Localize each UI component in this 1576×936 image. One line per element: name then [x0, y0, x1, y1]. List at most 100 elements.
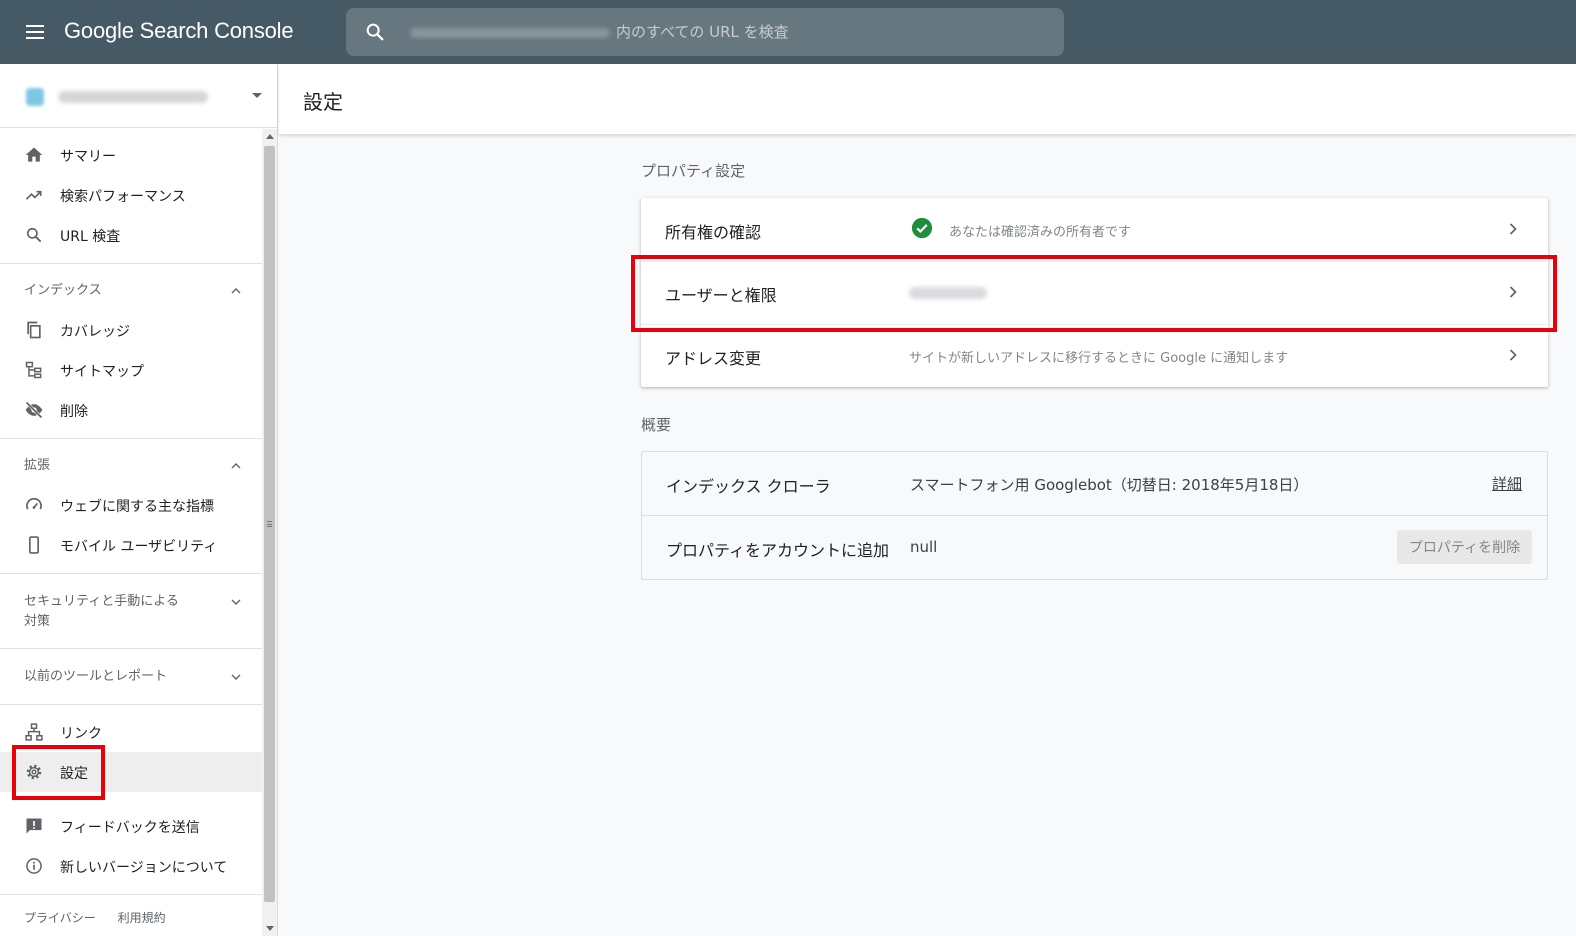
- sidebar-item-removals[interactable]: 削除: [0, 390, 262, 430]
- home-icon: [25, 147, 43, 162]
- section-title: セキュリティと手動による: [24, 594, 179, 609]
- sidebar-item-feedback[interactable]: フィードバックを送信: [0, 806, 262, 846]
- scrollbar-thumb[interactable]: [264, 146, 275, 902]
- sitemap-icon: [25, 361, 42, 379]
- speed-icon: [26, 497, 42, 510]
- section-title-line2: 対策: [24, 614, 51, 629]
- chevron-up-icon[interactable]: [228, 283, 244, 299]
- sidebar: サマリー 検索パフォーマンス URL 検査 インデックス カバレッジ サイトマッ…: [0, 64, 278, 936]
- overview-card: インデックス クローラ スマートフォン用 Googlebot（切替日: 2018…: [641, 451, 1548, 580]
- section-index-header[interactable]: インデックス: [0, 281, 262, 301]
- sidebar-item-sitemaps[interactable]: サイトマップ: [0, 350, 262, 390]
- section-legacy-header[interactable]: 以前のツールとレポート: [0, 667, 262, 687]
- blurred-property-url: [410, 28, 610, 38]
- section-title: 以前のツールとレポート: [24, 669, 168, 684]
- sidebar-item-label: 新しいバージョンについて: [60, 860, 228, 876]
- remove-property-button[interactable]: プロパティを削除: [1397, 530, 1532, 564]
- privacy-link[interactable]: プライバシー: [24, 911, 96, 925]
- sidebar-divider: [0, 573, 262, 574]
- chevron-right-icon[interactable]: [1503, 345, 1523, 365]
- overview-row-crawler: インデックス クローラ スマートフォン用 Googlebot（切替日: 2018…: [642, 452, 1549, 515]
- property-settings-title: プロパティ設定: [641, 162, 746, 180]
- sidebar-item-performance[interactable]: 検索パフォーマンス: [0, 175, 262, 215]
- top-app-bar: Google Search Console: [0, 0, 1576, 64]
- sidebar-item-core-web-vitals[interactable]: ウェブに関する主な指標: [0, 485, 262, 525]
- sidebar-item-summary[interactable]: サマリー: [0, 135, 262, 175]
- sidebar-item-label: 検索パフォーマンス: [60, 189, 186, 205]
- property-settings-card: 所有権の確認 あなたは確認済みの所有者です ユーザーと権限 アドレス変更 サイト…: [641, 198, 1548, 387]
- property-favicon: [26, 88, 44, 106]
- caret-down-icon[interactable]: [252, 93, 262, 98]
- app-title[interactable]: Google Search Console: [64, 18, 294, 44]
- sidebar-divider: [0, 263, 262, 264]
- property-selector[interactable]: [0, 64, 278, 128]
- search-input[interactable]: [616, 8, 1046, 56]
- sidebar-item-coverage[interactable]: カバレッジ: [0, 310, 262, 350]
- settings-row-users-permissions[interactable]: ユーザーと権限: [641, 261, 1548, 324]
- info-icon: [26, 858, 42, 874]
- section-security-header[interactable]: セキュリティと手動による 対策: [0, 592, 262, 632]
- sidebar-item-label: リンク: [60, 726, 102, 742]
- settings-row-ownership[interactable]: 所有権の確認 あなたは確認済みの所有者です: [641, 198, 1548, 261]
- smartphone-icon: [29, 536, 39, 554]
- sidebar-item-label: モバイル ユーザビリティ: [60, 539, 218, 555]
- row-value: サイトが新しいアドレスに移行するときに Google に通知します: [909, 351, 1289, 366]
- section-enhancements-header[interactable]: 拡張: [0, 456, 262, 476]
- row-label: ユーザーと権限: [665, 286, 777, 305]
- row-label: プロパティをアカウントに追加: [666, 541, 890, 560]
- gear-icon: [26, 764, 42, 780]
- sidebar-item-label: カバレッジ: [60, 324, 130, 340]
- chevron-down-icon[interactable]: [228, 594, 244, 610]
- sidebar-item-links[interactable]: リンク: [0, 712, 262, 752]
- section-title: インデックス: [24, 283, 102, 298]
- sidebar-item-url-inspection[interactable]: URL 検査: [0, 215, 262, 255]
- sidebar-footer: プライバシー 利用規約: [24, 909, 184, 926]
- sidebar-scrollbar[interactable]: [262, 129, 277, 936]
- row-value: あなたは確認済みの所有者です: [949, 225, 1132, 240]
- sidebar-item-label: 設定: [60, 766, 88, 782]
- row-value: null: [910, 538, 938, 556]
- terms-link[interactable]: 利用規約: [118, 911, 166, 925]
- row-label: 所有権の確認: [665, 223, 762, 242]
- sidebar-item-label: URL 検査: [60, 229, 121, 245]
- menu-icon[interactable]: [20, 20, 50, 44]
- sidebar-divider: [0, 648, 262, 649]
- feedback-icon: [26, 818, 42, 834]
- sidebar-item-label: サマリー: [60, 149, 116, 165]
- search-icon: [26, 227, 42, 243]
- overview-row-add-property: プロパティをアカウントに追加 null プロパティを削除: [642, 516, 1549, 579]
- chevron-up-icon[interactable]: [228, 458, 244, 474]
- sidebar-item-settings[interactable]: 設定: [0, 752, 262, 792]
- sidebar-divider: [0, 438, 262, 439]
- sidebar-item-mobile-usability[interactable]: モバイル ユーザビリティ: [0, 525, 262, 565]
- scroll-up-arrow[interactable]: [266, 134, 274, 139]
- url-inspect-search[interactable]: [346, 8, 1064, 56]
- check-circle-icon: [911, 217, 933, 239]
- sidebar-divider: [0, 704, 262, 705]
- links-icon: [25, 723, 43, 741]
- sidebar-item-label: 削除: [60, 404, 88, 420]
- blurred-property-name: [58, 91, 208, 103]
- copy-icon: [27, 321, 41, 339]
- chevron-right-icon[interactable]: [1503, 219, 1523, 239]
- details-link[interactable]: 詳細: [1492, 473, 1522, 494]
- row-label: アドレス変更: [665, 349, 762, 368]
- trending-up-icon: [25, 190, 42, 200]
- scroll-down-arrow[interactable]: [266, 926, 274, 931]
- sidebar-nav: サマリー 検索パフォーマンス URL 検査 インデックス カバレッジ サイトマッ…: [0, 129, 262, 936]
- settings-row-change-address[interactable]: アドレス変更 サイトが新しいアドレスに移行するときに Google に通知します: [641, 324, 1548, 387]
- chevron-down-icon[interactable]: [228, 669, 244, 685]
- sidebar-divider: [0, 894, 262, 895]
- page-header: 設定: [279, 64, 1576, 134]
- sidebar-item-label: フィードバックを送信: [60, 820, 200, 836]
- sidebar-item-label: サイトマップ: [60, 364, 144, 380]
- sidebar-item-about-new-version[interactable]: 新しいバージョンについて: [0, 846, 262, 886]
- section-title: 拡張: [24, 458, 51, 473]
- chevron-right-icon[interactable]: [1503, 282, 1523, 302]
- row-label: インデックス クローラ: [666, 477, 831, 496]
- sidebar-item-label: ウェブに関する主な指標: [60, 499, 214, 515]
- blurred-user-count: [909, 287, 987, 299]
- search-icon[interactable]: [364, 21, 386, 43]
- visibility-off-icon: [25, 401, 43, 419]
- overview-title: 概要: [641, 416, 672, 434]
